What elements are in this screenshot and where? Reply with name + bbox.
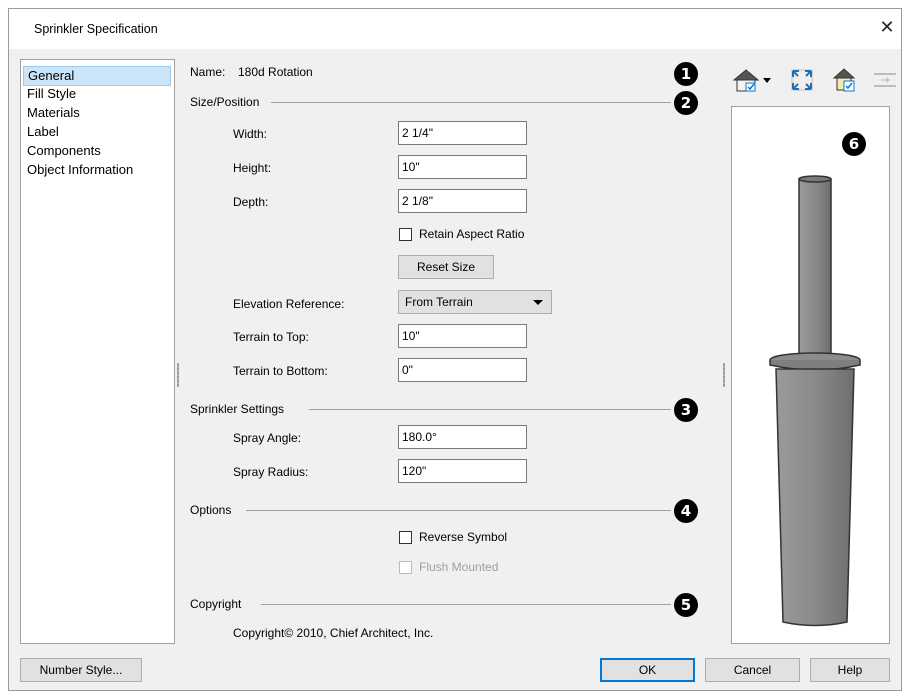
chevron-down-icon	[533, 300, 543, 305]
flush-mounted-label: Flush Mounted	[419, 560, 499, 574]
toggle-view-icon[interactable]	[871, 66, 899, 94]
options-group-title: Options	[190, 503, 232, 517]
divider	[271, 102, 671, 103]
name-label: Name:	[190, 65, 226, 79]
divider	[309, 409, 671, 410]
sprinkler-specification-dialog: Sprinkler Specification ✕ General Fill S…	[8, 8, 902, 691]
callout-4: 4	[674, 499, 698, 523]
terrain-to-bottom-field[interactable]: 0"	[398, 358, 527, 382]
width-field[interactable]: 2 1/4"	[398, 121, 527, 145]
elevation-reference-value: From Terrain	[405, 295, 473, 309]
copyright-group-title: Copyright	[190, 597, 242, 611]
camera-view-icon[interactable]	[731, 66, 773, 94]
size-position-group-title: Size/Position	[190, 95, 260, 109]
category-list: General Fill Style Materials Label Compo…	[20, 59, 175, 644]
height-label: Height:	[233, 161, 272, 175]
depth-label: Depth:	[233, 195, 269, 209]
reset-size-button[interactable]: Reset Size	[398, 255, 494, 279]
divider	[246, 510, 671, 511]
name-value: 180d Rotation	[238, 65, 313, 79]
spray-radius-label: Spray Radius:	[233, 465, 309, 479]
show-ceiling-icon[interactable]	[831, 66, 859, 94]
sidebar-item-fill-style[interactable]: Fill Style	[23, 84, 171, 104]
callout-1: 1	[674, 62, 698, 86]
reverse-symbol-checkbox[interactable]	[399, 531, 412, 544]
reverse-symbol-label: Reverse Symbol	[419, 530, 508, 544]
elevation-reference-label: Elevation Reference:	[233, 297, 345, 311]
fit-view-icon[interactable]	[788, 66, 816, 94]
sidebar-item-label[interactable]: Label	[23, 122, 171, 142]
retain-aspect-ratio-checkbox[interactable]	[399, 228, 412, 241]
height-field[interactable]: 10"	[398, 155, 527, 179]
callout-5: 5	[674, 593, 698, 617]
divider	[261, 604, 671, 605]
sprinkler-settings-group-title: Sprinkler Settings	[190, 402, 285, 416]
spray-radius-field[interactable]: 120"	[398, 459, 527, 483]
sidebar-item-components[interactable]: Components	[23, 141, 171, 161]
callout-2: 2	[674, 91, 698, 115]
sidebar-item-object-information[interactable]: Object Information	[23, 160, 171, 180]
ok-button[interactable]: OK	[600, 658, 695, 682]
elevation-reference-select[interactable]: From Terrain	[398, 290, 552, 314]
title-bar: Sprinkler Specification ✕	[9, 9, 901, 49]
preview-pane[interactable]: 6	[731, 106, 890, 644]
flush-mounted-checkbox[interactable]	[399, 561, 412, 574]
spray-angle-field[interactable]: 180.0°	[398, 425, 527, 449]
spray-angle-label: Spray Angle:	[233, 431, 302, 445]
splitter-left[interactable]	[177, 363, 179, 387]
number-style-button[interactable]: Number Style...	[20, 658, 142, 682]
help-button[interactable]: Help	[810, 658, 890, 682]
terrain-to-top-field[interactable]: 10"	[398, 324, 527, 348]
close-icon[interactable]: ✕	[877, 17, 897, 37]
sprinkler-preview-model	[769, 175, 861, 627]
terrain-to-top-label: Terrain to Top:	[233, 330, 309, 344]
terrain-to-bottom-label: Terrain to Bottom:	[233, 364, 328, 378]
cancel-button[interactable]: Cancel	[705, 658, 800, 682]
splitter-right[interactable]	[723, 363, 725, 387]
copyright-text: Copyright© 2010, Chief Architect, Inc.	[233, 626, 434, 640]
sidebar-item-materials[interactable]: Materials	[23, 103, 171, 123]
depth-field[interactable]: 2 1/8"	[398, 189, 527, 213]
sidebar-item-general[interactable]: General	[23, 66, 171, 86]
retain-aspect-ratio-label: Retain Aspect Ratio	[419, 227, 525, 241]
width-label: Width:	[233, 127, 268, 141]
dialog-title: Sprinkler Specification	[34, 22, 158, 36]
callout-3: 3	[674, 398, 698, 422]
